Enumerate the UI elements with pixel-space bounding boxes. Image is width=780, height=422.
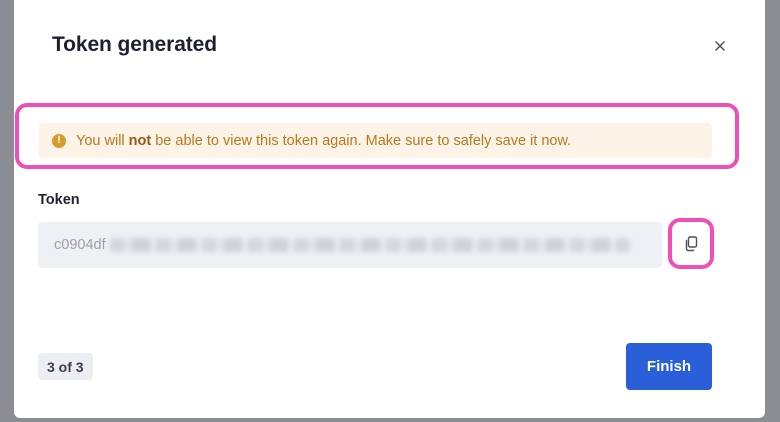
copy-token-button[interactable] — [668, 218, 714, 269]
token-redacted-blur — [109, 238, 630, 252]
exclamation-circle-icon: ! — [52, 133, 66, 148]
warning-text-before: You will — [76, 132, 129, 149]
copy-icon — [685, 235, 698, 251]
warning-text-after: be able to view this token again. Make s… — [151, 132, 572, 149]
close-button[interactable] — [708, 34, 732, 58]
finish-button[interactable]: Finish — [626, 343, 712, 390]
token-value: c0904df — [54, 237, 106, 253]
token-label: Token — [38, 192, 80, 208]
step-indicator-badge: 3 of 3 — [38, 353, 93, 380]
close-icon — [715, 41, 725, 51]
dialog-title: Token generated — [52, 33, 217, 56]
warning-text: You will not be able to view this token … — [76, 133, 571, 149]
warning-text-emphasis: not — [128, 132, 152, 149]
token-field[interactable]: c0904df — [38, 222, 662, 268]
warning-alert: ! You will not be able to view this toke… — [39, 123, 712, 158]
